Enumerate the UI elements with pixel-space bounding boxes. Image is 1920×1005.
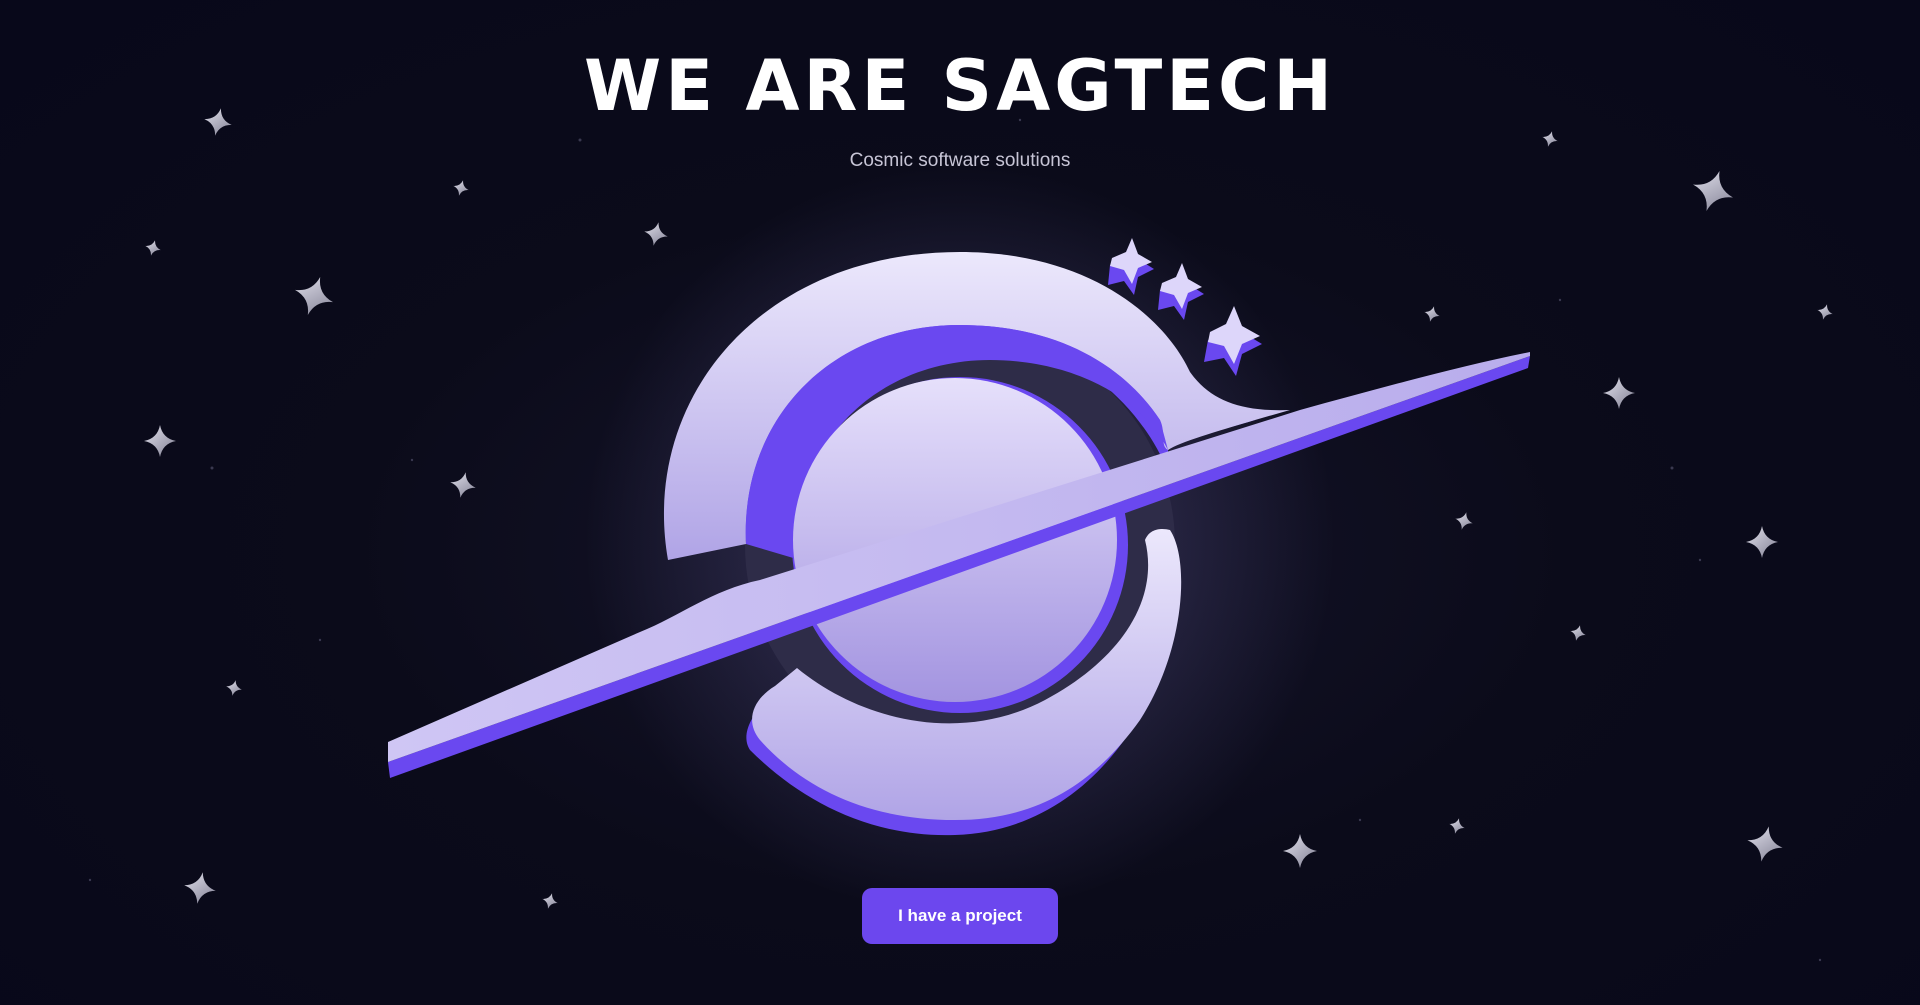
page-title: WE ARE SAGTECH: [583, 45, 1336, 127]
i-have-a-project-button[interactable]: I have a project: [862, 888, 1058, 944]
page-subtitle: Cosmic software solutions: [849, 150, 1071, 171]
hero-section: WE ARE SAGTECH Cosmic software solutions…: [0, 0, 1920, 1005]
planet-logo-icon: [388, 238, 1530, 836]
